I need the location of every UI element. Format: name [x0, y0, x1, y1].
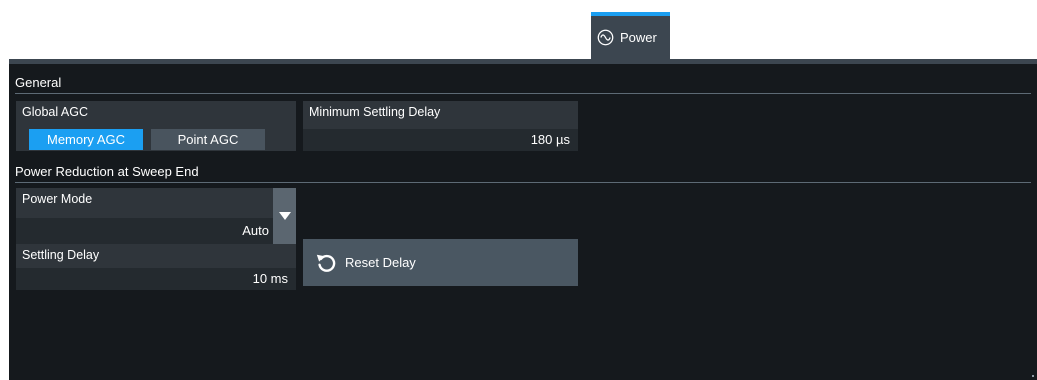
- power-mode-value: Auto: [16, 218, 273, 244]
- tab-power-label: Power: [620, 30, 657, 45]
- min-settling-delay-field[interactable]: Minimum Settling Delay 180 µs: [303, 101, 578, 151]
- section-title-power-reduction: Power Reduction at Sweep End: [15, 164, 199, 179]
- section-divider: [15, 93, 1031, 94]
- reset-delay-label: Reset Delay: [345, 255, 416, 270]
- reset-arrow-icon: [316, 254, 336, 272]
- reset-delay-button[interactable]: Reset Delay: [303, 239, 578, 286]
- settling-delay-field[interactable]: Settling Delay 10 ms: [16, 244, 296, 290]
- section-divider: [15, 182, 1031, 183]
- sine-wave-circle-icon: [597, 29, 614, 46]
- min-settling-delay-value: 180 µs: [303, 129, 578, 151]
- min-settling-delay-label: Minimum Settling Delay: [309, 105, 441, 119]
- memory-agc-option[interactable]: Memory AGC: [29, 129, 143, 150]
- power-mode-dropdown-button[interactable]: [273, 188, 296, 244]
- resize-handle[interactable]: [1032, 375, 1034, 377]
- global-agc-label: Global AGC: [22, 105, 89, 119]
- global-agc-group: Global AGC Memory AGC Point AGC: [16, 101, 296, 151]
- settling-delay-value: 10 ms: [16, 268, 296, 290]
- power-settings-panel: General Global AGC Memory AGC Point AGC …: [9, 59, 1037, 380]
- section-title-general: General: [15, 75, 62, 90]
- power-mode-select[interactable]: Power Mode Auto: [16, 188, 273, 244]
- chevron-down-icon: [278, 212, 291, 220]
- point-agc-option[interactable]: Point AGC: [151, 129, 265, 150]
- tab-power[interactable]: Power: [591, 12, 670, 59]
- settling-delay-label: Settling Delay: [22, 248, 100, 262]
- power-mode-label: Power Mode: [22, 192, 93, 206]
